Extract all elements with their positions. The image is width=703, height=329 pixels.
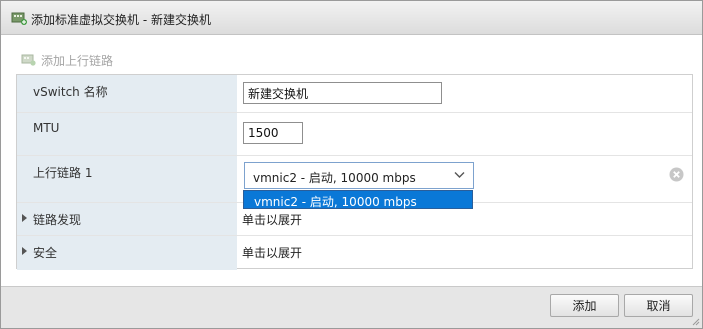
uplink-selected-value: vmnic2 - 启动, 10000 mbps (253, 171, 416, 185)
link-discovery-hint: 单击以展开 (242, 213, 303, 227)
dialog-title: 添加标准虚拟交换机 - 新建交换机 (31, 13, 211, 27)
dialog-footer: 添加 取消 (1, 286, 702, 328)
vswitch-name-label: vSwitch 名称 (33, 85, 108, 99)
add-uplink-label: 添加上行链路 (41, 54, 114, 68)
security-row[interactable]: 安全 单击以展开 (17, 236, 692, 270)
link-discovery-label: 链路发现 (33, 213, 82, 227)
uplink-label-cell: 上行链路 1 (17, 156, 237, 202)
virtual-switch-add-icon (11, 12, 27, 25)
dialog-titlebar[interactable]: 添加标准虚拟交换机 - 新建交换机 (1, 1, 702, 35)
uplink-option-label: vmnic2 - 启动, 10000 mbps (254, 195, 417, 209)
chevron-down-icon (454, 172, 465, 178)
vswitch-name-input[interactable] (243, 82, 442, 104)
uplink-dropdown-option[interactable]: vmnic2 - 启动, 10000 mbps (243, 190, 473, 209)
vswitch-properties-form: vSwitch 名称 MTU 上行链路 1 vmnic2 - 启动, 10000… (16, 74, 693, 270)
uplink-label: 上行链路 1 (33, 166, 93, 180)
vswitch-name-value-cell (237, 75, 692, 112)
security-hint: 单击以展开 (242, 246, 303, 260)
mtu-label-cell: MTU (17, 113, 237, 155)
mtu-value-cell (237, 113, 692, 155)
expand-caret-icon[interactable] (22, 214, 27, 222)
security-value-cell: 单击以展开 (237, 236, 692, 270)
resize-grip-icon[interactable] (692, 318, 700, 326)
mtu-label: MTU (33, 121, 60, 135)
add-button[interactable]: 添加 (550, 294, 619, 317)
vswitch-name-label-cell: vSwitch 名称 (17, 75, 237, 112)
cancel-button[interactable]: 取消 (624, 294, 693, 317)
security-label: 安全 (33, 246, 58, 260)
vswitch-name-row: vSwitch 名称 (17, 75, 692, 113)
uplink-select[interactable]: vmnic2 - 启动, 10000 mbps (244, 162, 474, 189)
remove-circle-icon[interactable] (669, 167, 684, 182)
add-uplink-icon (21, 54, 36, 66)
mtu-input[interactable] (243, 122, 303, 144)
link-discovery-label-cell[interactable]: 链路发现 (17, 203, 237, 235)
expand-caret-icon[interactable] (22, 247, 27, 255)
security-label-cell[interactable]: 安全 (17, 236, 237, 270)
mtu-row: MTU (17, 113, 692, 156)
add-standard-vswitch-dialog: 添加标准虚拟交换机 - 新建交换机 添加上行链路 vSwitch 名称 MTU (0, 0, 703, 329)
